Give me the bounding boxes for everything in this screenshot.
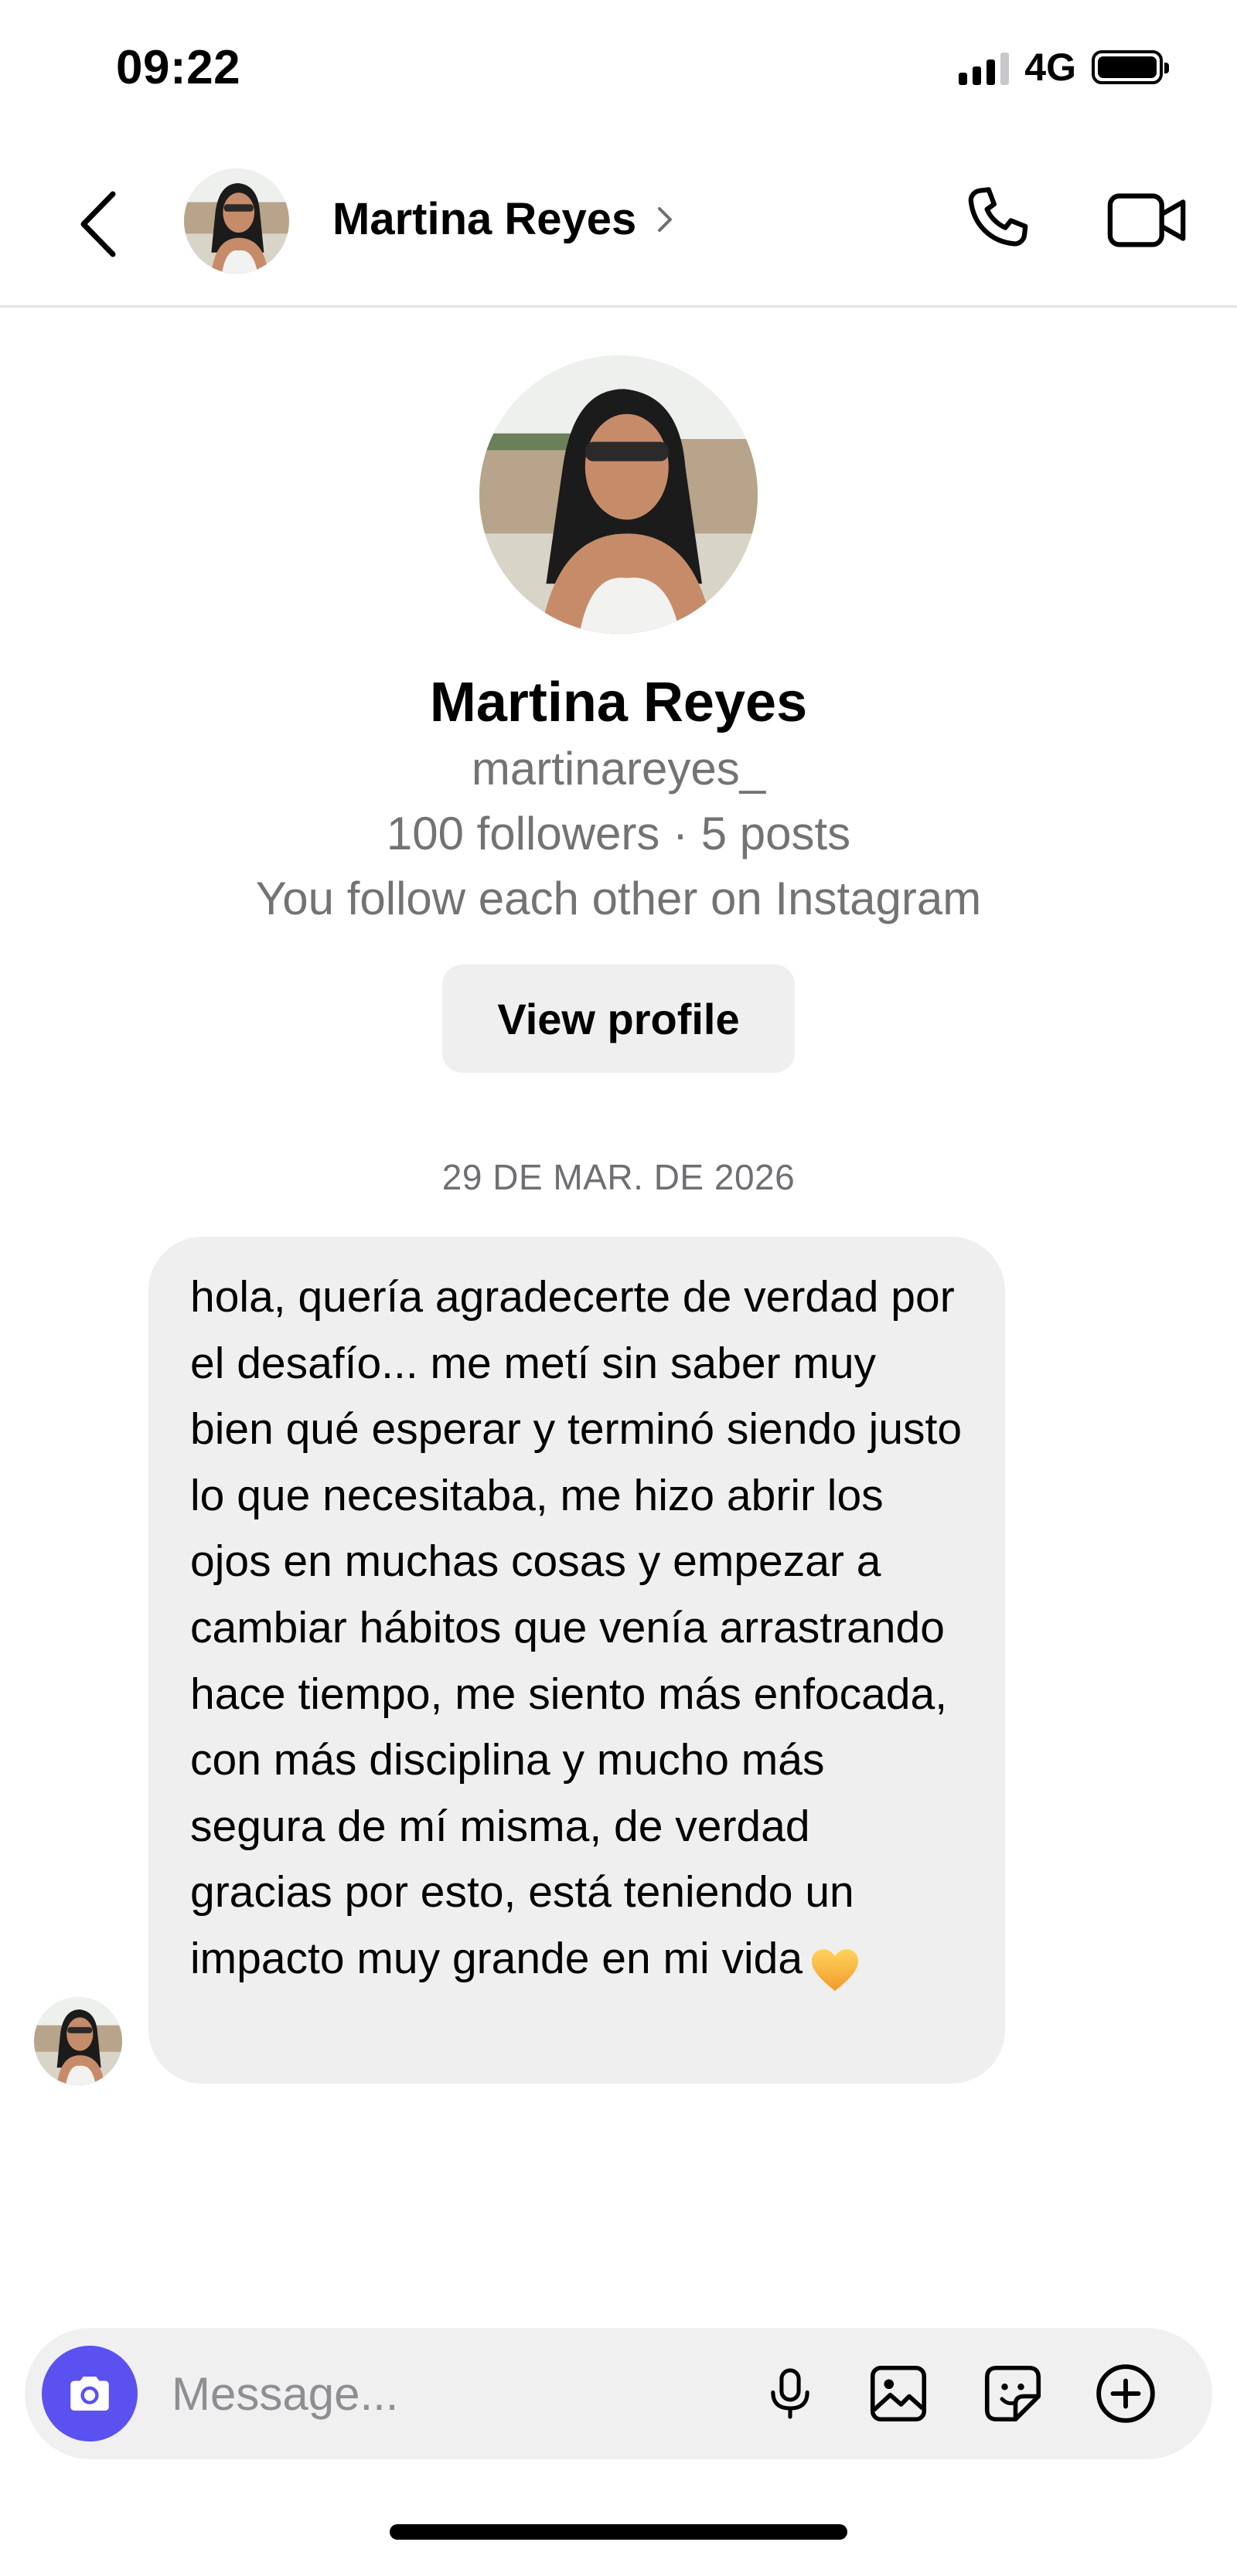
yellow-heart-icon: [810, 1948, 860, 1992]
status-bar: 09:22 4G: [0, 0, 1237, 139]
video-camera-icon: [1107, 193, 1186, 247]
avatar-image: [479, 356, 758, 634]
header-contact-name: Martina Reyes: [332, 194, 637, 244]
battery-icon: [1092, 50, 1169, 84]
more-options-button[interactable]: [1087, 2355, 1164, 2432]
camera-button[interactable]: [42, 2346, 138, 2442]
voice-call-button[interactable]: [959, 182, 1036, 259]
status-time: 09:22: [116, 41, 241, 94]
header-avatar[interactable]: [184, 168, 289, 274]
signal-icon: [959, 49, 1010, 85]
avatar-image: [34, 1997, 122, 2085]
profile-stats: 100 followers · 5 posts: [386, 808, 851, 859]
profile-mutual-follow: You follow each other on Instagram: [255, 873, 982, 924]
profile-avatar[interactable]: [479, 356, 758, 634]
gallery-icon: [870, 2365, 927, 2422]
voice-message-button[interactable]: [751, 2355, 829, 2432]
chat-header: Martina Reyes: [0, 139, 1237, 308]
status-indicators: 4G: [959, 45, 1169, 90]
home-indicator[interactable]: [390, 2524, 847, 2540]
date-separator: 29 DE MAR. DE 2026: [441, 1157, 796, 1197]
profile-name: Martina Reyes: [429, 672, 808, 733]
message-composer: [25, 2328, 1212, 2459]
message-sender-avatar[interactable]: [34, 1997, 122, 2085]
back-icon: [80, 191, 116, 257]
network-label: 4G: [1024, 46, 1076, 89]
header-contact[interactable]: Martina Reyes: [332, 193, 676, 245]
gallery-button[interactable]: [860, 2355, 937, 2432]
view-profile-button[interactable]: View profile: [442, 965, 795, 1073]
sticker-button[interactable]: [974, 2355, 1051, 2432]
back-button[interactable]: [71, 185, 125, 263]
avatar-image: [184, 168, 289, 274]
microphone-icon: [771, 2368, 809, 2419]
sticker-icon: [984, 2365, 1041, 2422]
message-bubble[interactable]: hola, quería agradecerte de verdad por e…: [148, 1237, 1005, 2084]
video-call-button[interactable]: [1106, 182, 1191, 259]
message-text: hola, quería agradecerte de verdad por e…: [190, 1272, 974, 1983]
plus-icon: [1096, 2364, 1155, 2423]
profile-username: martinareyes_: [471, 743, 766, 795]
camera-icon: [70, 2377, 109, 2411]
phone-icon: [968, 187, 1028, 247]
chevron-right-icon: [658, 206, 673, 232]
message-input[interactable]: [172, 2359, 728, 2428]
